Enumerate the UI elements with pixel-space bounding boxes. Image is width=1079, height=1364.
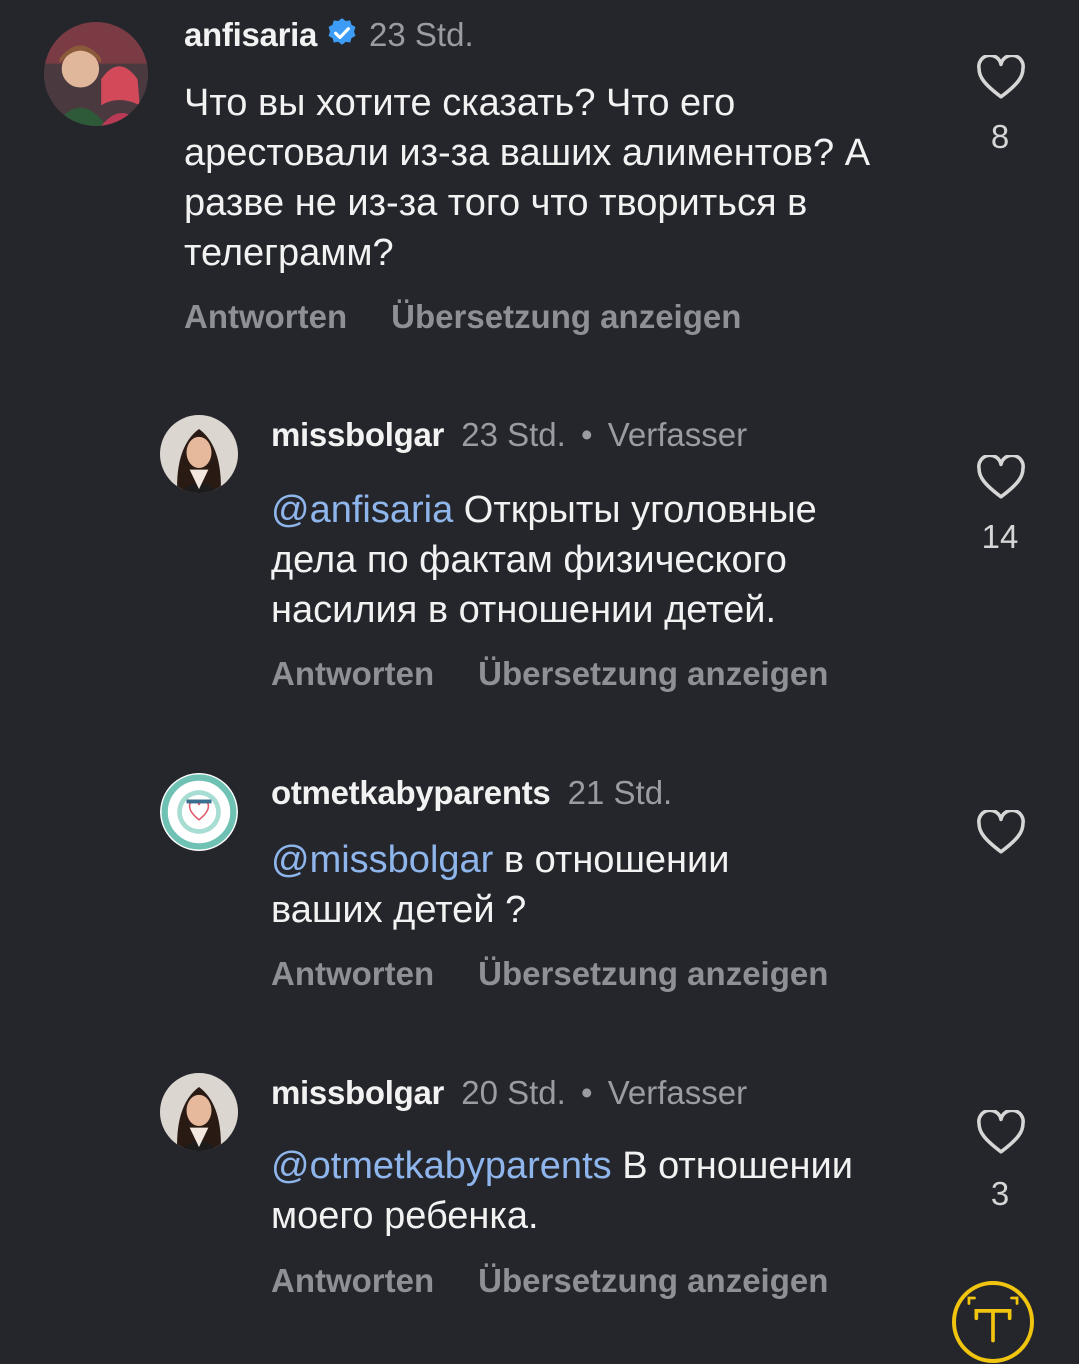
timestamp: 21 Std. xyxy=(567,774,673,811)
heart-outline-icon[interactable] xyxy=(975,55,1027,101)
reply-button[interactable]: Antworten xyxy=(271,655,434,692)
translate-text-icon[interactable] xyxy=(952,1281,1034,1363)
comment-actions: Antworten Übersetzung anzeigen xyxy=(271,955,872,993)
avatar[interactable] xyxy=(44,22,148,126)
comment-text: @otmetkabyparents В отношении моего ребе… xyxy=(271,1145,853,1237)
reply-button[interactable]: Antworten xyxy=(271,955,434,992)
heart-outline-icon[interactable] xyxy=(975,455,1027,501)
username[interactable]: missbolgar xyxy=(271,1074,444,1111)
reply-button[interactable]: Antworten xyxy=(184,298,347,335)
comment-header: missbolgar 20 Std. • Verfasser xyxy=(271,1074,747,1112)
username[interactable]: anfisaria xyxy=(184,16,317,53)
comment-header: anfisaria 23 Std. xyxy=(184,16,474,54)
like-count: 14 xyxy=(981,518,1019,555)
comment-actions: Antworten Übersetzung anzeigen xyxy=(271,1262,872,1300)
mention-link[interactable]: @otmetkabyparents xyxy=(271,1145,612,1187)
avatar[interactable] xyxy=(160,415,238,493)
mention-link[interactable]: @missbolgar xyxy=(271,839,493,881)
author-tag: Verfasser xyxy=(607,1074,748,1111)
translate-button[interactable]: Übersetzung anzeigen xyxy=(391,298,741,335)
timestamp: 23 Std. xyxy=(369,16,474,53)
translate-button[interactable]: Übersetzung anzeigen xyxy=(478,955,828,992)
translate-button[interactable]: Übersetzung anzeigen xyxy=(478,655,828,692)
avatar[interactable] xyxy=(160,773,238,851)
separator: • xyxy=(580,1074,593,1111)
comment-text: @anfisaria Открыты уголовные дела по фак… xyxy=(271,489,817,631)
timestamp: 20 Std. xyxy=(461,1074,566,1111)
timestamp: 23 Std. xyxy=(461,416,566,453)
comment-text: Что вы хотите сказать? Что его арестовал… xyxy=(184,82,871,274)
avatar[interactable] xyxy=(160,1073,238,1151)
username[interactable]: otmetkabyparents xyxy=(271,774,551,811)
heart-outline-icon[interactable] xyxy=(975,810,1027,856)
like-count: 3 xyxy=(990,1175,1010,1212)
like-count: 8 xyxy=(990,118,1010,155)
comment-actions: Antworten Übersetzung anzeigen xyxy=(184,298,785,336)
verified-badge-icon xyxy=(328,18,356,45)
translate-button[interactable]: Übersetzung anzeigen xyxy=(478,1262,828,1299)
heart-outline-icon[interactable] xyxy=(975,1110,1027,1156)
comment-text: @missbolgar в отношении ваших детей ? xyxy=(271,839,730,931)
reply-button[interactable]: Antworten xyxy=(271,1262,434,1299)
mention-link[interactable]: @anfisaria xyxy=(271,489,453,531)
comment-actions: Antworten Übersetzung anzeigen xyxy=(271,655,872,693)
comment-header: missbolgar 23 Std. • Verfasser xyxy=(271,416,747,454)
separator: • xyxy=(580,416,593,453)
comment-header: otmetkabyparents 21 Std. xyxy=(271,774,672,812)
author-tag: Verfasser xyxy=(607,416,748,453)
username[interactable]: missbolgar xyxy=(271,416,444,453)
